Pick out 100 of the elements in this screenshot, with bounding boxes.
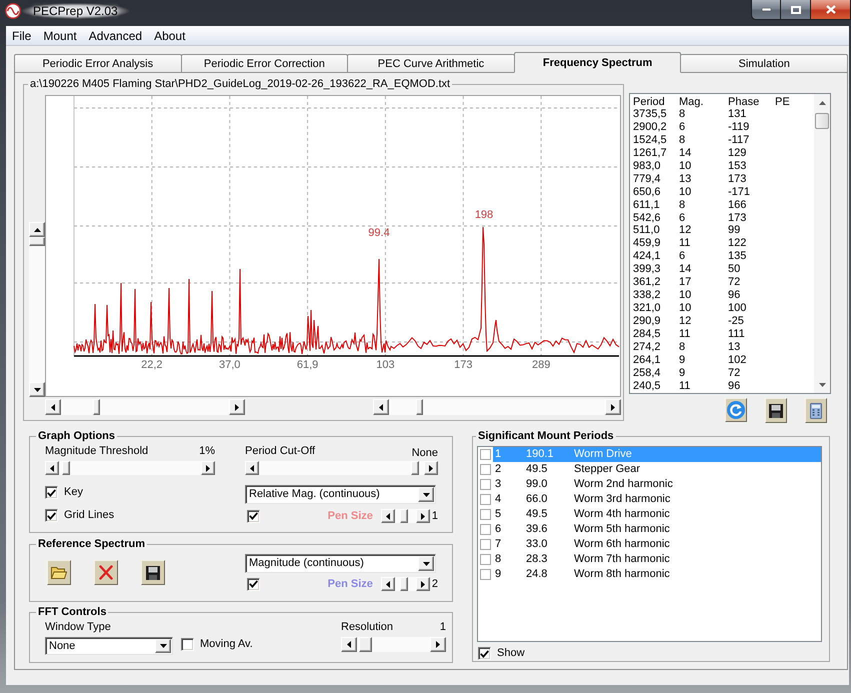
right-arrow-icon xyxy=(420,580,425,588)
save-button[interactable] xyxy=(765,398,787,423)
slider-thumb[interactable] xyxy=(400,509,408,523)
scroll-left-button[interactable] xyxy=(373,399,389,415)
table-cell-text: 11 xyxy=(679,328,692,341)
axis-tick-label: 173 xyxy=(454,359,472,371)
checkbox[interactable] xyxy=(480,494,491,505)
table-cell-text: 13 xyxy=(679,172,692,186)
down-arrow-icon xyxy=(160,644,166,648)
slider-thumb[interactable] xyxy=(358,637,372,652)
maximize-button[interactable] xyxy=(781,0,811,20)
list-row[interactable]: 7 33.0 Worm 6th harmonic xyxy=(493,537,821,552)
menu-item[interactable]: File xyxy=(6,26,38,44)
checkbox[interactable] xyxy=(480,509,491,520)
menu-item[interactable]: About xyxy=(148,26,192,44)
column-header: Period xyxy=(633,96,666,109)
checkbox[interactable] xyxy=(45,509,58,522)
refresh-button[interactable] xyxy=(725,398,747,422)
list-row[interactable]: 2 49.5 Stepper Gear xyxy=(493,462,821,477)
scroll-left-button[interactable] xyxy=(45,399,61,415)
checkbox[interactable] xyxy=(181,638,194,651)
checkbox[interactable] xyxy=(480,479,491,490)
dropdown[interactable]: Relative Mag. (continuous) xyxy=(245,485,436,504)
group-title: Graph Options xyxy=(37,430,116,443)
save-button[interactable] xyxy=(141,560,165,585)
scroll-left-button[interactable] xyxy=(380,577,395,591)
scroll-down-button[interactable] xyxy=(29,382,45,397)
axis-tick-label: 61,9 xyxy=(296,359,318,371)
scroll-right-button[interactable] xyxy=(201,461,215,475)
item-number: 5 xyxy=(494,508,502,521)
table-cell-text: 96 xyxy=(728,289,742,302)
list-row[interactable]: 9 24.8 Worm 8th harmonic xyxy=(493,567,821,582)
calculator-button[interactable] xyxy=(805,398,827,423)
scrollbar-thumb[interactable] xyxy=(815,113,829,130)
checkbox[interactable] xyxy=(480,524,491,535)
table-cell-text: 3735,5 xyxy=(633,108,668,121)
list-row[interactable]: 6 39.6 Worm 5th harmonic xyxy=(493,522,821,537)
table-cell-text: -171 xyxy=(728,186,752,199)
dropdown-button[interactable] xyxy=(155,639,171,653)
dropdown-button[interactable] xyxy=(418,556,434,571)
list-row[interactable]: 3 99.0 Worm 2nd harmonic xyxy=(493,477,821,492)
tab[interactable]: Periodic Error Correction xyxy=(180,54,348,72)
axis-tick-label: 103 xyxy=(376,359,395,371)
checkbox[interactable] xyxy=(478,647,491,660)
open-button[interactable] xyxy=(47,560,71,585)
close-button[interactable] xyxy=(811,0,851,20)
slider-thumb[interactable] xyxy=(400,577,408,591)
checkbox[interactable] xyxy=(480,449,491,460)
scroll-left-button[interactable] xyxy=(341,637,357,652)
table-cell-text: 459,9 xyxy=(633,237,662,250)
left-arrow-icon xyxy=(386,512,390,520)
scroll-right-button[interactable] xyxy=(605,399,621,415)
dropdown[interactable]: None xyxy=(45,637,173,655)
checkbox[interactable] xyxy=(45,486,58,499)
slider-thumb[interactable] xyxy=(411,461,420,475)
minimize-button[interactable] xyxy=(751,0,781,20)
table-cell-text: 10 xyxy=(679,186,692,199)
table-cell-text: 258,4 xyxy=(633,366,662,380)
checkbox[interactable] xyxy=(247,510,260,522)
delete-button[interactable] xyxy=(94,560,118,585)
scroll-right-button[interactable] xyxy=(424,461,438,475)
table-cell-text: 424,1 xyxy=(633,250,662,264)
scroll-left-button[interactable] xyxy=(45,461,59,475)
list-row[interactable]: 5 49.5 Worm 4th harmonic xyxy=(493,507,821,522)
tab[interactable]: Frequency Spectrum xyxy=(514,52,682,73)
scroll-left-button[interactable] xyxy=(245,461,259,475)
value-readout: 1% xyxy=(199,445,215,458)
group-title: Significant Mount Periods xyxy=(477,430,615,443)
scroll-right-button[interactable] xyxy=(430,637,446,652)
item-period: 190.1 xyxy=(526,448,555,461)
menu-item[interactable]: Advanced xyxy=(82,26,148,44)
tab[interactable]: Simulation xyxy=(680,54,848,72)
up-arrow-icon xyxy=(34,228,40,232)
list-row[interactable]: 8 28.3 Worm 7th harmonic xyxy=(493,552,821,567)
dropdown[interactable]: Magnitude (continuous) xyxy=(245,554,436,573)
checkbox[interactable] xyxy=(480,464,491,475)
checkbox-label: Moving Av. xyxy=(200,638,253,651)
scroll-left-button[interactable] xyxy=(380,509,395,523)
list-row[interactable]: 4 66.0 Worm 3rd harmonic xyxy=(493,492,821,507)
item-name: Worm 8th harmonic xyxy=(574,568,671,581)
checkbox[interactable] xyxy=(480,554,491,565)
scroll-right-button[interactable] xyxy=(229,399,245,415)
checkbox[interactable] xyxy=(480,569,491,580)
menu-item[interactable]: Mount xyxy=(37,26,83,44)
checkbox[interactable] xyxy=(247,578,260,590)
item-number: 9 xyxy=(494,568,502,581)
scroll-right-button[interactable] xyxy=(416,509,430,523)
column-header: PE xyxy=(775,96,791,109)
tab[interactable]: Periodic Error Analysis xyxy=(14,54,182,72)
slider-thumb[interactable] xyxy=(62,461,70,475)
checkbox[interactable] xyxy=(480,539,491,550)
right-arrow-icon xyxy=(206,464,210,472)
left-arrow-icon xyxy=(51,404,55,410)
dropdown-button[interactable] xyxy=(418,487,434,502)
checkmark-icon xyxy=(47,512,56,520)
peak-label: 99.4 xyxy=(368,227,390,239)
scroll-right-button[interactable] xyxy=(416,577,430,591)
checkmark-icon xyxy=(249,580,258,588)
tab[interactable]: PEC Curve Arithmetic xyxy=(347,54,515,72)
scroll-up-button[interactable] xyxy=(29,222,45,237)
